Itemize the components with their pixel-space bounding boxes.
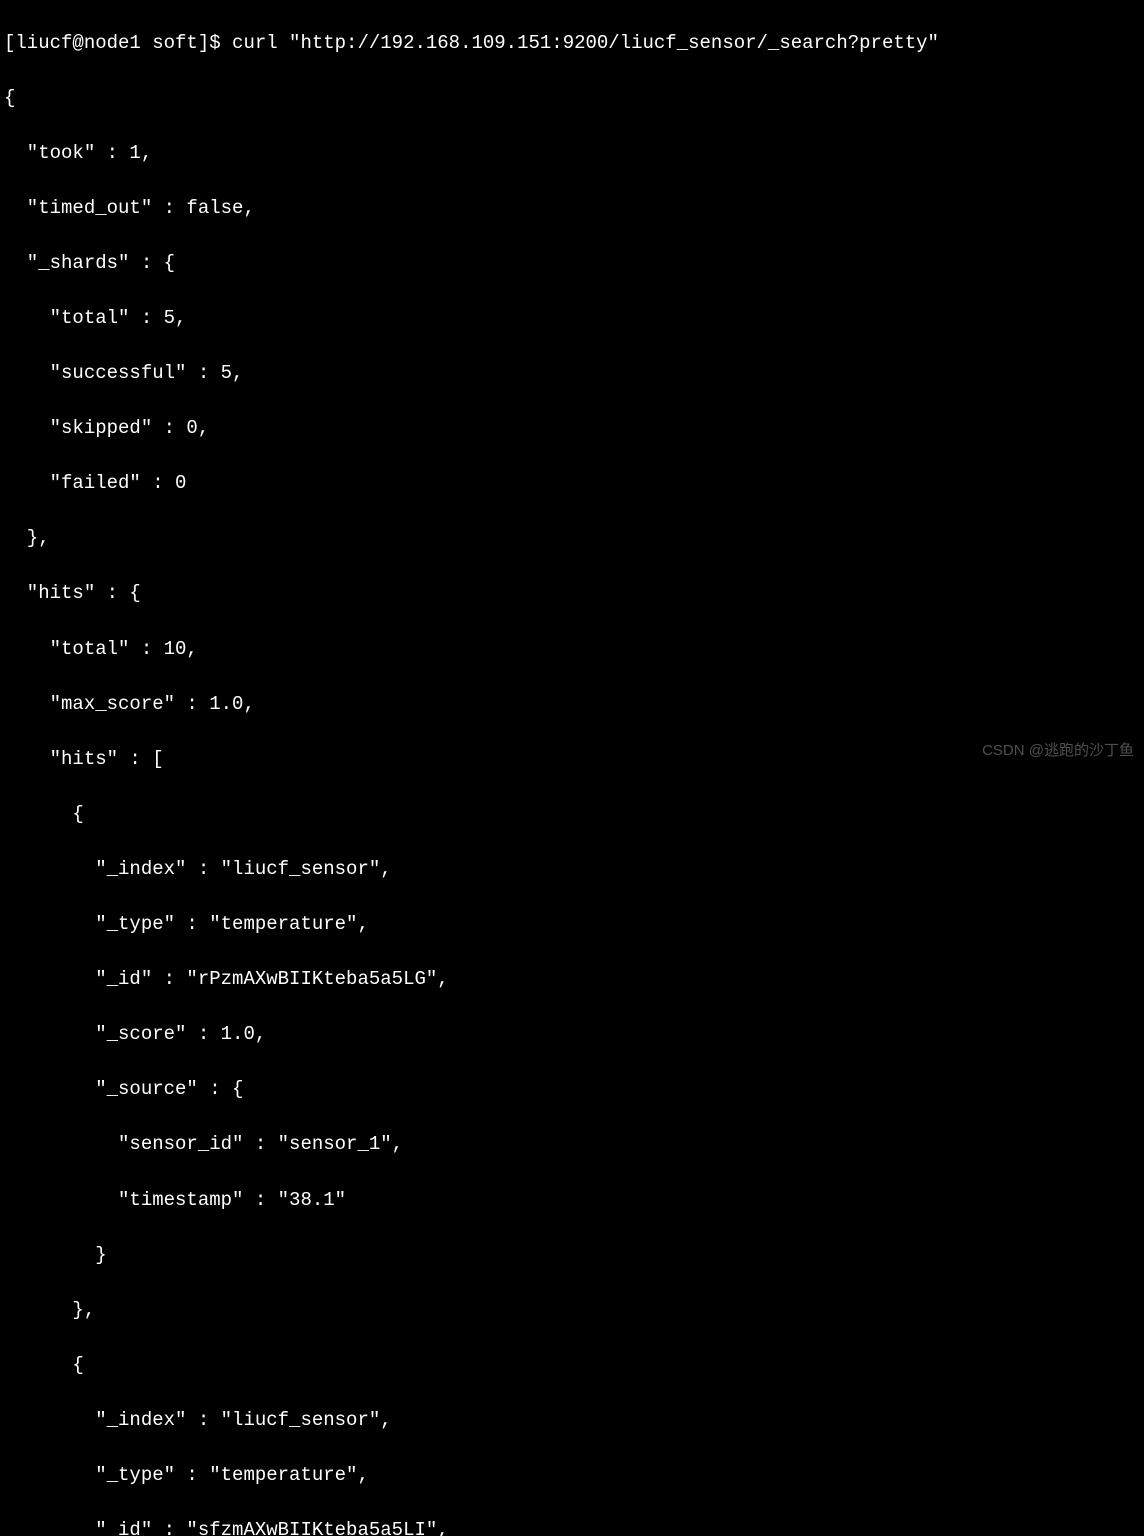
terminal-line-1: { — [4, 85, 1140, 113]
watermark-text: CSDN @逃跑的沙丁鱼 — [982, 740, 1134, 762]
terminal-line-22: } — [4, 1242, 1140, 1270]
terminal-line-20: "sensor_id" : "sensor_1", — [4, 1131, 1140, 1159]
terminal-line-2: "took" : 1, — [4, 140, 1140, 168]
terminal-line-11: "total" : 10, — [4, 636, 1140, 664]
terminal-line-21: "timestamp" : "38.1" — [4, 1187, 1140, 1215]
terminal-line-13: "hits" : [ — [4, 746, 1140, 774]
terminal-line-27: "_id" : "sfzmAXwBIIKteba5a5LI", — [4, 1517, 1140, 1536]
terminal-line-9: }, — [4, 525, 1140, 553]
terminal-line-26: "_type" : "temperature", — [4, 1462, 1140, 1490]
terminal-line-17: "_id" : "rPzmAXwBIIKteba5a5LG", — [4, 966, 1140, 994]
terminal-line-5: "total" : 5, — [4, 305, 1140, 333]
terminal-output[interactable]: [liucf@node1 soft]$ curl "http://192.168… — [4, 2, 1140, 1536]
terminal-line-15: "_index" : "liucf_sensor", — [4, 856, 1140, 884]
terminal-line-24: { — [4, 1352, 1140, 1380]
terminal-line-10: "hits" : { — [4, 580, 1140, 608]
terminal-line-16: "_type" : "temperature", — [4, 911, 1140, 939]
terminal-line-6: "successful" : 5, — [4, 360, 1140, 388]
terminal-line-14: { — [4, 801, 1140, 829]
terminal-line-12: "max_score" : 1.0, — [4, 691, 1140, 719]
terminal-line-3: "timed_out" : false, — [4, 195, 1140, 223]
terminal-line-25: "_index" : "liucf_sensor", — [4, 1407, 1140, 1435]
terminal-line-8: "failed" : 0 — [4, 470, 1140, 498]
terminal-line-19: "_source" : { — [4, 1076, 1140, 1104]
terminal-line-18: "_score" : 1.0, — [4, 1021, 1140, 1049]
terminal-line-4: "_shards" : { — [4, 250, 1140, 278]
terminal-line-0: [liucf@node1 soft]$ curl "http://192.168… — [4, 30, 1140, 58]
terminal-line-23: }, — [4, 1297, 1140, 1325]
terminal-line-7: "skipped" : 0, — [4, 415, 1140, 443]
